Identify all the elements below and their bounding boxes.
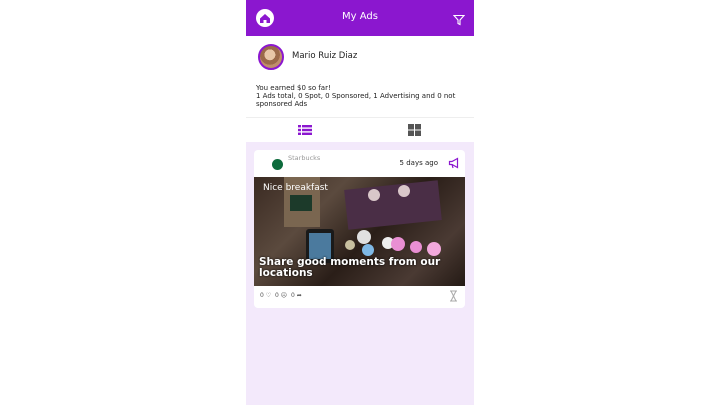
hourglass-icon [450,290,457,302]
brand-name: Starbucks [288,154,321,162]
thumbs-down-icon: ☹ [280,292,288,299]
top-app-bar: My Ads [246,0,474,36]
dislikes-stat[interactable]: 0 ☹ [275,292,287,299]
starbucks-logo-icon [272,159,283,170]
likes-stat[interactable]: 0 ♡ [260,292,271,299]
megaphone-icon [448,157,459,169]
shares-stat[interactable]: 0 ➦ [291,292,302,299]
phone-screen: My Ads Mario Ruiz Diaz You earned $0 so … [246,0,474,405]
ads-breakdown: 1 Ads total, 0 Spot, 0 Sponsored, 1 Adve… [256,91,456,108]
share-icon: ➦ [296,292,302,299]
ad-caption: Nice breakfast [263,183,328,193]
profile-section: Mario Ruiz Diaz You earned $0 so far! 1 … [246,36,474,117]
list-icon [298,125,312,135]
shares-count: 0 [291,292,295,299]
grid-icon[interactable] [408,124,421,136]
avatar[interactable] [258,44,284,70]
dislikes-count: 0 [275,292,279,299]
post-date: 5 days ago [399,159,438,167]
ad-image[interactable]: Nice breakfast Share good moments from o… [254,177,465,286]
earnings-summary: You earned $0 so far! 1 Ads total, 0 Spo… [256,84,466,108]
page-title: My Ads [342,11,378,22]
user-name: Mario Ruiz Diaz [292,51,358,61]
ad-card[interactable]: Starbucks 5 days ago Nice breakfast Shar… [254,150,465,308]
filter-icon[interactable] [452,11,466,26]
tab-list-view[interactable] [246,118,360,142]
ad-headline: Share good moments from our locations [259,256,441,279]
heart-icon: ♡ [265,292,272,299]
view-tabs [246,117,474,142]
likes-count: 0 [260,292,264,299]
